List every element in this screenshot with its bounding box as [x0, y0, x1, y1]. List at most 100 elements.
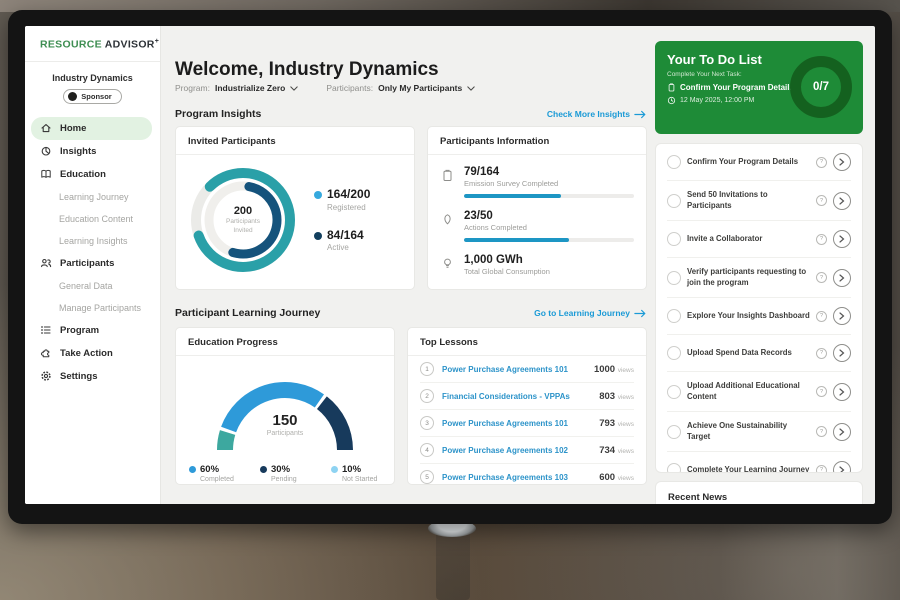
- lesson-link[interactable]: Financial Considerations - VPPAs: [442, 392, 591, 401]
- task-row[interactable]: Verify participants requesting to join t…: [667, 257, 851, 297]
- task-row[interactable]: Send 50 Invitations to Participants ?: [667, 180, 851, 220]
- task-label: Verify participants requesting to join t…: [687, 267, 810, 288]
- app-logo: RESOURCE ADVISOR+: [25, 26, 160, 62]
- help-icon[interactable]: ?: [816, 234, 827, 245]
- sidebar-item-participants[interactable]: Participants: [25, 252, 160, 275]
- legend-label: Registered: [327, 203, 370, 212]
- gauge-center-label: 150 Participants: [200, 412, 370, 437]
- chevron-right-icon[interactable]: [833, 344, 851, 362]
- task-row[interactable]: Achieve One Sustainability Target ?: [667, 411, 851, 451]
- leaf-icon: [441, 213, 454, 226]
- sidebar-item-label: Learning Insights: [59, 236, 128, 246]
- chevron-right-icon[interactable]: [833, 307, 851, 325]
- views-count: 803: [599, 391, 615, 402]
- go-to-learning-journey-link[interactable]: Go to Learning Journey: [534, 308, 647, 318]
- chevron-right-icon[interactable]: [833, 461, 851, 473]
- task-label: Upload Additional Educational Content: [687, 381, 810, 402]
- sidebar-item-education-content[interactable]: Education Content: [25, 208, 160, 230]
- monitor-stand-column: [436, 528, 470, 600]
- sidebar-item-label: Participants: [60, 258, 114, 269]
- task-row[interactable]: Explore Your Insights Dashboard ?: [667, 297, 851, 334]
- views-label: views: [618, 475, 634, 482]
- section-title: Program Insights: [175, 108, 261, 120]
- chevron-right-icon[interactable]: [833, 153, 851, 171]
- program-insights-header: Program Insights Check More Insights: [175, 108, 647, 120]
- task-checkbox[interactable]: [667, 232, 681, 246]
- rank-badge: 1: [420, 362, 434, 376]
- help-icon[interactable]: ?: [816, 348, 827, 359]
- chevron-right-icon[interactable]: [833, 230, 851, 248]
- filters-row: Program: Industrialize Zero Participants…: [175, 83, 475, 93]
- task-row[interactable]: Upload Additional Educational Content ?: [667, 371, 851, 411]
- rank-badge: 3: [420, 416, 434, 430]
- education-progress-gauge: 150 Participants: [200, 364, 370, 458]
- sidebar-item-manage-participants[interactable]: Manage Participants: [25, 297, 160, 319]
- legend-label: Not Started: [331, 476, 381, 483]
- legend-item-completed: 60% Completed: [189, 464, 239, 483]
- lesson-link[interactable]: Power Purchase Agreements 101: [442, 419, 591, 428]
- check-more-insights-link[interactable]: Check More Insights: [547, 109, 647, 119]
- sidebar-item-take-action[interactable]: Take Action: [25, 342, 160, 365]
- todo-progress-value: 0/7: [813, 81, 829, 93]
- learning-journey-header: Participant Learning Journey Go to Learn…: [175, 307, 647, 319]
- task-checkbox[interactable]: [667, 155, 681, 169]
- todo-due-label: 12 May 2025, 12:00 PM: [680, 97, 754, 104]
- task-checkbox[interactable]: [667, 194, 681, 208]
- sidebar-item-learning-insights[interactable]: Learning Insights: [25, 230, 160, 252]
- task-row[interactable]: Invite a Collaborator ?: [667, 220, 851, 257]
- task-checkbox[interactable]: [667, 271, 681, 285]
- stat-label: Total Global Consumption: [464, 267, 634, 276]
- task-row[interactable]: Upload Spend Data Records ?: [667, 334, 851, 371]
- stat-actions-completed: 23/50 Actions Completed: [440, 210, 634, 242]
- sidebar-item-education[interactable]: Education: [25, 163, 160, 186]
- help-icon[interactable]: ?: [816, 311, 827, 322]
- sidebar-item-settings[interactable]: Settings: [25, 365, 160, 388]
- sidebar-item-learning-journey[interactable]: Learning Journey: [25, 186, 160, 208]
- invited-participants-body: 200 Participants Invited 164/200 Registe: [176, 155, 414, 283]
- lesson-row[interactable]: 3 Power Purchase Agreements 101 793 view…: [420, 410, 634, 437]
- lesson-link[interactable]: Power Purchase Agreements 102: [442, 446, 591, 455]
- task-row[interactable]: Confirm Your Program Details ?: [667, 144, 851, 180]
- chevron-right-icon[interactable]: [833, 192, 851, 210]
- sidebar-item-general-data[interactable]: General Data: [25, 275, 160, 297]
- chevron-right-icon[interactable]: [833, 383, 851, 401]
- help-icon[interactable]: ?: [816, 465, 827, 473]
- lesson-row[interactable]: 4 Power Purchase Agreements 102 734 view…: [420, 437, 634, 464]
- donut-legend: 164/200 Registered 84/164 Active: [314, 188, 370, 251]
- sidebar-nav: Home Insights Education Learning Journey…: [25, 117, 160, 388]
- task-row[interactable]: Complete Your Learning Journey ?: [667, 451, 851, 473]
- sidebar-item-label: Education Content: [59, 214, 133, 224]
- sponsor-badge[interactable]: Sponsor: [63, 89, 121, 104]
- lesson-link[interactable]: Power Purchase Agreements 101: [442, 365, 586, 374]
- link-label: Check More Insights: [547, 109, 630, 119]
- sidebar-item-program[interactable]: Program: [25, 319, 160, 342]
- sidebar-item-insights[interactable]: Insights: [25, 140, 160, 163]
- legend-dot: [314, 232, 322, 240]
- sidebar-item-home[interactable]: Home: [31, 117, 152, 140]
- task-checkbox[interactable]: [667, 463, 681, 473]
- lesson-row[interactable]: 5 Power Purchase Agreements 103 600 view…: [420, 464, 634, 490]
- views-count: 734: [599, 445, 615, 456]
- task-checkbox[interactable]: [667, 346, 681, 360]
- progress-fill: [464, 238, 569, 242]
- chevron-right-icon[interactable]: [833, 269, 851, 287]
- legend-label: Pending: [260, 476, 310, 483]
- section-title: Participant Learning Journey: [175, 307, 320, 319]
- legend-item-registered: 164/200 Registered: [314, 188, 370, 211]
- help-icon[interactable]: ?: [816, 386, 827, 397]
- help-icon[interactable]: ?: [816, 195, 827, 206]
- lesson-row[interactable]: 2 Financial Considerations - VPPAs 803 v…: [420, 383, 634, 410]
- home-icon: [40, 122, 53, 135]
- help-icon[interactable]: ?: [816, 157, 827, 168]
- lesson-link[interactable]: Power Purchase Agreements 103: [442, 473, 591, 482]
- task-checkbox[interactable]: [667, 425, 681, 439]
- task-checkbox[interactable]: [667, 385, 681, 399]
- help-icon[interactable]: ?: [816, 426, 827, 437]
- program-filter[interactable]: Program: Industrialize Zero: [175, 83, 298, 93]
- help-icon[interactable]: ?: [816, 272, 827, 283]
- task-checkbox[interactable]: [667, 309, 681, 323]
- chevron-right-icon[interactable]: [833, 423, 851, 441]
- journey-cards-row: Education Progress 150 Parti: [175, 327, 647, 485]
- participants-filter[interactable]: Participants: Only My Participants: [326, 83, 475, 93]
- lesson-row[interactable]: 1 Power Purchase Agreements 101 1000 vie…: [420, 356, 634, 383]
